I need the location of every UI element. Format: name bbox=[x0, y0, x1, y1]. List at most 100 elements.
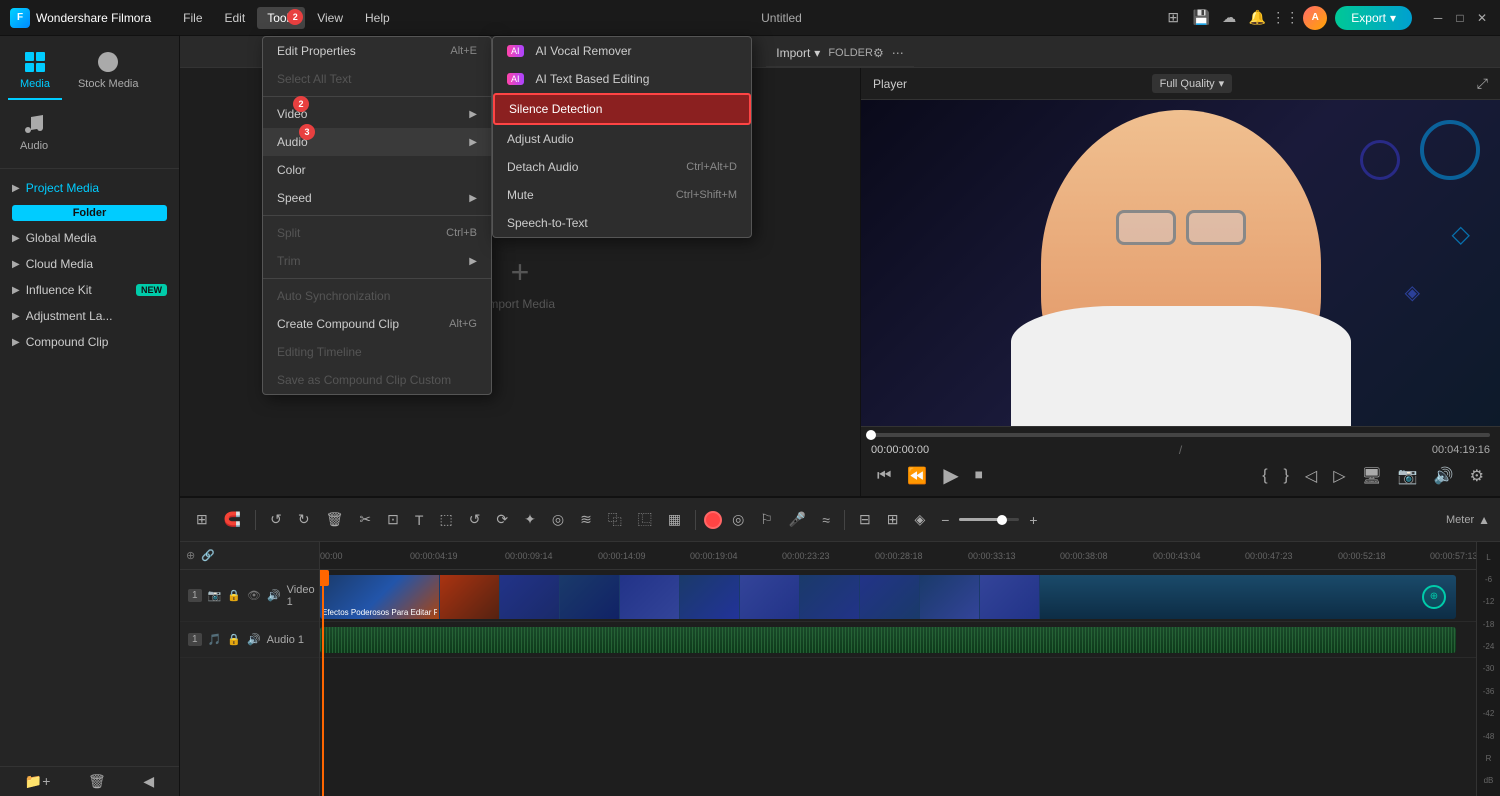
sidebar-item-cloud-media[interactable]: ▶ Cloud Media bbox=[4, 251, 175, 277]
close-button[interactable]: ✕ bbox=[1474, 10, 1490, 26]
import-media-area[interactable]: + Import Media bbox=[485, 254, 555, 311]
cut-btn[interactable]: ✂ bbox=[353, 507, 377, 532]
text-btn[interactable]: T bbox=[409, 508, 430, 532]
progress-thumb[interactable] bbox=[866, 430, 876, 440]
zoom-out-btn[interactable]: − bbox=[935, 508, 955, 532]
link-button[interactable]: 🔗 bbox=[201, 549, 215, 562]
audio-duck-btn[interactable]: ≈ bbox=[816, 508, 836, 532]
rotate-btn[interactable]: ↺ bbox=[463, 507, 487, 532]
upload-cloud-icon[interactable]: ☁ bbox=[1219, 8, 1239, 28]
menu-help[interactable]: Help bbox=[355, 7, 400, 29]
avatar[interactable]: A bbox=[1303, 6, 1327, 30]
submenu-speech-to-text[interactable]: Speech-to-Text bbox=[493, 209, 751, 237]
more-options-icon[interactable]: ⋯ bbox=[892, 46, 904, 60]
layout-icon[interactable]: ⊞ bbox=[1163, 8, 1183, 28]
scene-detect-btn[interactable]: ⊟ bbox=[853, 507, 877, 532]
export-button[interactable]: Export ▾ bbox=[1335, 6, 1412, 30]
timeline-view-btn[interactable]: ⊞ bbox=[190, 507, 214, 532]
copy-btn[interactable]: ⿻ bbox=[602, 506, 628, 534]
sidebar-item-project-media[interactable]: ▶ Project Media bbox=[4, 175, 175, 201]
audio-eq-btn[interactable]: ≋ bbox=[574, 507, 598, 532]
menu-edit[interactable]: Edit bbox=[215, 7, 256, 29]
tab-stock-media[interactable]: Stock Media bbox=[66, 42, 151, 100]
menu-edit-properties[interactable]: Edit Properties Alt+E bbox=[263, 37, 491, 65]
notification-icon[interactable]: 🔔 bbox=[1247, 8, 1267, 28]
menu-audio[interactable]: Audio ▶ 3 bbox=[263, 128, 491, 156]
quality-select[interactable]: Full Quality ▾ bbox=[1152, 74, 1233, 93]
menu-split[interactable]: Split Ctrl+B bbox=[263, 219, 491, 247]
group-btn[interactable]: ▦ bbox=[662, 507, 687, 532]
loop-btn[interactable]: ⟳ bbox=[490, 507, 514, 532]
import-button[interactable]: Import ▾ bbox=[776, 46, 820, 60]
zoom-in-btn[interactable]: + bbox=[1023, 508, 1043, 532]
menu-auto-sync[interactable]: Auto Synchronization bbox=[263, 282, 491, 310]
video-clip[interactable]: Efectos Poderosos Para Editar Fútbol | G… bbox=[320, 575, 1456, 619]
sidebar-item-adjustment[interactable]: ▶ Adjustment La... bbox=[4, 303, 175, 329]
tab-media[interactable]: Media bbox=[8, 42, 62, 100]
audio-key-btn[interactable]: ⚐ bbox=[754, 507, 779, 532]
mute-audio-btn[interactable]: 🔊 bbox=[247, 633, 261, 646]
mark-out-icon[interactable]: } bbox=[1278, 465, 1295, 487]
menu-select-all-text[interactable]: Select All Text bbox=[263, 65, 491, 93]
menu-save-compound[interactable]: Save as Compound Clip Custom bbox=[263, 366, 491, 394]
save-icon[interactable]: 💾 bbox=[1191, 8, 1211, 28]
redo-btn[interactable]: ↻ bbox=[292, 507, 316, 532]
menu-view[interactable]: View bbox=[307, 7, 353, 29]
snap-button[interactable]: ⊕ bbox=[186, 549, 195, 562]
hide-video-btn[interactable]: 🔊 bbox=[267, 589, 281, 602]
add-folder-button[interactable]: 📁+ bbox=[25, 773, 51, 790]
ai-scene-btn[interactable]: ⊞ bbox=[881, 507, 905, 532]
settings-icon[interactable]: ⚙ bbox=[1464, 464, 1490, 488]
menu-trim[interactable]: Trim ▶ bbox=[263, 247, 491, 275]
folder-label[interactable]: Folder bbox=[12, 205, 167, 221]
undo-btn[interactable]: ↺ bbox=[264, 507, 288, 532]
mark-in-icon[interactable]: { bbox=[1256, 465, 1273, 487]
submenu-ai-text-editing[interactable]: AI AI Text Based Editing bbox=[493, 65, 751, 93]
menu-video[interactable]: Video ▶ 2 bbox=[263, 100, 491, 128]
tab-audio[interactable]: Audio bbox=[8, 104, 60, 162]
step-back-button[interactable]: ⏪ bbox=[901, 464, 933, 488]
stabilize-btn[interactable]: ◎ bbox=[546, 507, 570, 532]
grid-icon[interactable]: ⋮⋮ bbox=[1275, 8, 1295, 28]
mute-video-btn[interactable]: 👁 bbox=[247, 589, 261, 602]
submenu-ai-vocal-remover[interactable]: AI AI Vocal Remover bbox=[493, 37, 751, 65]
minimize-button[interactable]: ─ bbox=[1430, 10, 1446, 26]
voice-btn[interactable]: 🎤 bbox=[783, 507, 812, 532]
border-btn[interactable]: ⬚ bbox=[433, 507, 458, 532]
audio-clip[interactable] bbox=[320, 627, 1456, 653]
play-button[interactable]: ▶ bbox=[937, 461, 964, 490]
color-grade-btn[interactable]: ◈ bbox=[908, 507, 931, 532]
menu-editing-timeline[interactable]: Editing Timeline bbox=[263, 338, 491, 366]
menu-tools[interactable]: Tools 2 bbox=[257, 7, 305, 29]
menu-compound-clip[interactable]: Create Compound Clip Alt+G bbox=[263, 310, 491, 338]
crop-btn[interactable]: ⊡ bbox=[381, 507, 405, 532]
snapshot-icon[interactable]: 📷 bbox=[1392, 464, 1424, 488]
submenu-mute[interactable]: Mute Ctrl+Shift+M bbox=[493, 181, 751, 209]
volume-icon[interactable]: 🔊 bbox=[1428, 464, 1460, 488]
playhead[interactable] bbox=[322, 570, 324, 796]
zoom-thumb[interactable] bbox=[997, 515, 1007, 525]
monitor-icon[interactable]: 🖥 bbox=[1356, 464, 1388, 488]
delete-button[interactable]: 🗑 bbox=[88, 773, 106, 790]
sidebar-item-compound-clip[interactable]: ▶ Compound Clip bbox=[4, 329, 175, 355]
lock-audio-btn[interactable]: 🔒 bbox=[227, 633, 241, 646]
menu-file[interactable]: File bbox=[173, 7, 212, 29]
maximize-button[interactable]: □ bbox=[1452, 10, 1468, 26]
submenu-silence-detection[interactable]: Silence Detection bbox=[493, 93, 751, 125]
sidebar-item-global-media[interactable]: ▶ Global Media bbox=[4, 225, 175, 251]
progress-bar[interactable] bbox=[871, 433, 1490, 437]
submenu-adjust-audio[interactable]: Adjust Audio bbox=[493, 125, 751, 153]
filter-icon[interactable]: ⚙ bbox=[873, 46, 884, 60]
motion-btn[interactable]: ◎ bbox=[726, 507, 750, 532]
clip-prev-icon[interactable]: ◁ bbox=[1299, 464, 1323, 488]
paste-btn[interactable]: ⿺ bbox=[632, 506, 658, 534]
ai-btn[interactable]: ✦ bbox=[518, 507, 542, 532]
record-button[interactable] bbox=[704, 511, 722, 529]
zoom-slider[interactable] bbox=[959, 518, 1019, 521]
sidebar-item-influence-kit[interactable]: ▶ Influence Kit NEW bbox=[4, 277, 175, 303]
collapse-sidebar-button[interactable]: ◀ bbox=[143, 773, 154, 790]
clip-next-icon[interactable]: ▷ bbox=[1327, 464, 1351, 488]
submenu-detach-audio[interactable]: Detach Audio Ctrl+Alt+D bbox=[493, 153, 751, 181]
menu-color[interactable]: Color bbox=[263, 156, 491, 184]
rewind-button[interactable]: ⏮ bbox=[871, 465, 897, 487]
